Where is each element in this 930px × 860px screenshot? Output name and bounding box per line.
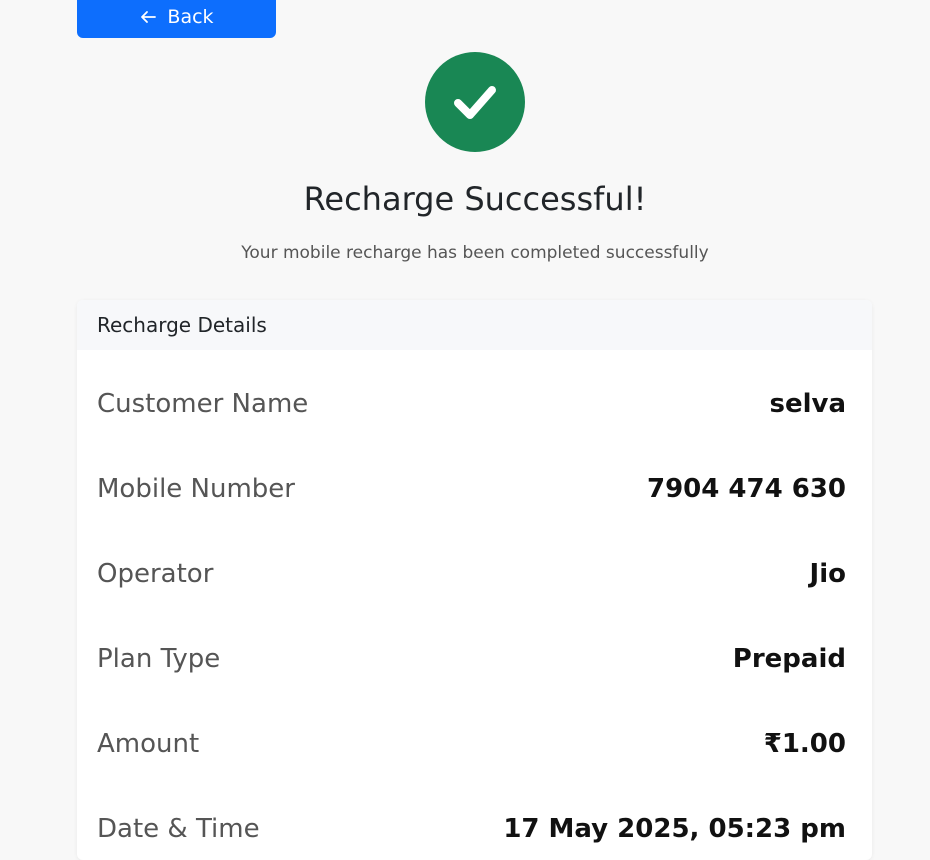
detail-label: Operator — [97, 559, 214, 589]
detail-value: 17 May 2025, 05:23 pm — [503, 814, 846, 844]
detail-value: 7904 474 630 — [646, 474, 846, 504]
detail-label: Mobile Number — [97, 474, 295, 504]
detail-value: Prepaid — [732, 644, 846, 674]
detail-value: ₹1.00 — [763, 729, 846, 759]
detail-row-customer-name: Customer Name selva — [97, 384, 846, 424]
detail-label: Customer Name — [97, 389, 309, 419]
arrow-left-icon — [139, 8, 157, 26]
success-check-icon — [425, 52, 525, 152]
detail-label: Plan Type — [97, 644, 221, 674]
detail-value: selva — [769, 389, 846, 419]
detail-row-plan-type: Plan Type Prepaid — [97, 639, 846, 679]
detail-value: Jio — [809, 559, 846, 589]
detail-label: Date & Time — [97, 814, 260, 844]
card-header: Recharge Details — [77, 300, 872, 350]
page-subtitle: Your mobile recharge has been completed … — [241, 243, 709, 263]
detail-row-amount: Amount ₹1.00 — [97, 724, 846, 764]
back-button[interactable]: Back — [77, 0, 276, 38]
detail-row-operator: Operator Jio — [97, 554, 846, 594]
recharge-details-card: Recharge Details Customer Name selva Mob… — [77, 300, 872, 860]
back-button-label: Back — [167, 6, 214, 28]
detail-row-mobile-number: Mobile Number 7904 474 630 — [97, 469, 846, 509]
detail-row-date-time: Date & Time 17 May 2025, 05:23 pm — [97, 809, 846, 849]
page-title: Recharge Successful! — [303, 180, 647, 218]
detail-label: Amount — [97, 729, 200, 759]
